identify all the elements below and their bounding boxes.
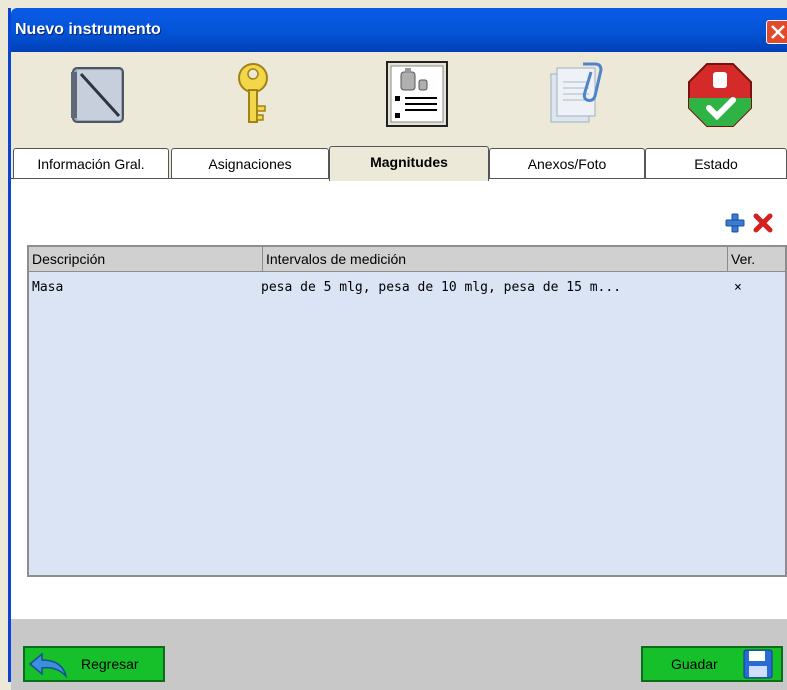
grid-header: Descripción Intervalos de medición Ver. [29, 247, 785, 272]
delete-icon[interactable] [753, 213, 773, 233]
tab-label: Anexos/Foto [527, 156, 607, 172]
cell-ver[interactable]: × [734, 280, 742, 295]
close-icon [771, 25, 785, 39]
tab-label: Estado [694, 156, 738, 172]
back-button-label: Regresar [81, 656, 139, 672]
tab-magnitudes[interactable]: Magnitudes [329, 146, 489, 181]
save-button[interactable]: Guadar [641, 646, 783, 682]
tab-label: Magnitudes [370, 154, 448, 170]
magnitudes-grid[interactable]: Descripción Intervalos de medición Ver. … [27, 245, 787, 577]
column-header-ver[interactable]: Ver. [728, 247, 785, 271]
icon-toolbar [11, 52, 787, 140]
back-button[interactable]: Regresar [23, 646, 165, 682]
tab-label: Información Gral. [37, 156, 145, 172]
column-header-intervalos[interactable]: Intervalos de medición [263, 247, 728, 271]
tab-strip: Información Gral. Asignaciones Magnitude… [11, 140, 787, 181]
back-arrow-icon [28, 652, 68, 678]
tab-label: Asignaciones [208, 156, 292, 172]
key-icon[interactable] [217, 58, 287, 130]
cell-descripcion: Masa [32, 280, 64, 295]
column-header-descripcion[interactable]: Descripción [29, 247, 263, 271]
window: Nuevo instrumento Información Gral. Asig… [8, 8, 787, 690]
status-approve-icon[interactable] [685, 58, 755, 130]
close-button[interactable] [766, 20, 787, 44]
add-icon[interactable] [725, 213, 745, 233]
weights-list-icon[interactable] [383, 58, 453, 130]
save-button-label: Guadar [671, 656, 718, 672]
floppy-disk-icon [743, 649, 773, 679]
tab-estado[interactable]: Estado [645, 148, 787, 179]
title-bar[interactable]: Nuevo instrumento [11, 8, 787, 52]
cell-intervalos: pesa de 5 mlg, pesa de 10 mlg, pesa de 1… [261, 280, 622, 295]
attachments-icon[interactable] [543, 58, 613, 130]
tab-asignaciones[interactable]: Asignaciones [171, 148, 329, 179]
window-title: Nuevo instrumento [15, 21, 161, 38]
tab-informacion-gral[interactable]: Información Gral. [13, 148, 169, 179]
notebook-icon[interactable] [63, 58, 133, 130]
bottom-bar: Regresar Guadar [11, 619, 787, 690]
tab-anexos-foto[interactable]: Anexos/Foto [489, 148, 645, 179]
